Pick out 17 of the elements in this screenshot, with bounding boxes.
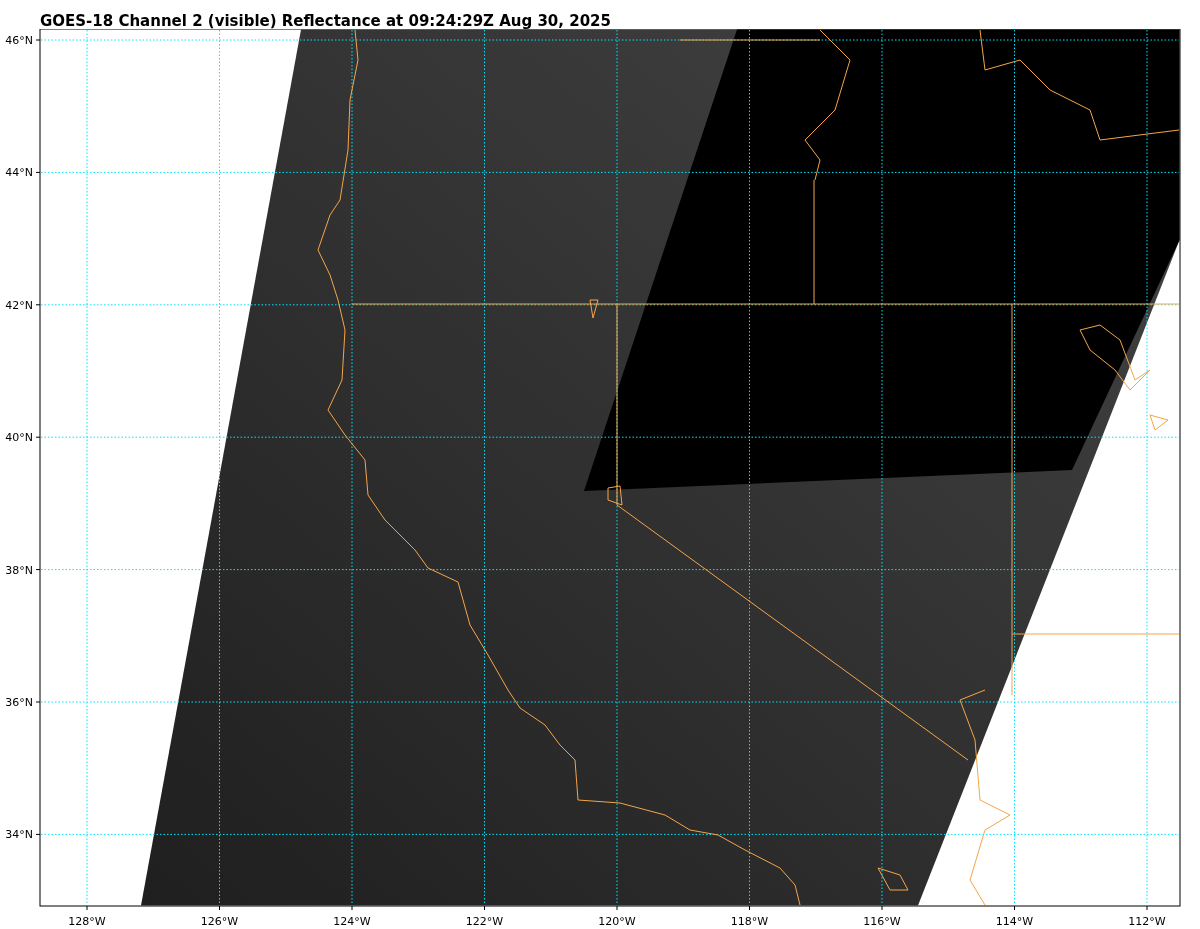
chart-title: GOES-18 Channel 2 (visible) Reflectance at 09:24:29Z Aug 30, 2025	[40, 12, 611, 30]
latitude-label: 34°N	[5, 828, 33, 842]
latitude-label: 42°N	[5, 298, 33, 312]
latitude-label: 46°N	[5, 34, 33, 47]
longitude-label: 120°W	[598, 915, 636, 928]
latitude-label: 36°N	[5, 696, 33, 709]
longitude-label: 112°W	[1128, 915, 1166, 928]
longitude-label: 116°W	[863, 915, 901, 928]
longitude-label: 124°W	[333, 915, 371, 928]
latitude-label: 44°N	[5, 166, 33, 180]
latitude-label: 40°N	[5, 431, 33, 445]
longitude-label: 118°W	[730, 915, 769, 928]
longitude-label: 122°W	[465, 915, 504, 928]
latitude-label: 38°N	[5, 563, 33, 577]
longitude-label: 126°W	[200, 915, 239, 928]
longitude-label: 114°W	[995, 915, 1034, 928]
longitude-label: 128°W	[68, 915, 106, 928]
